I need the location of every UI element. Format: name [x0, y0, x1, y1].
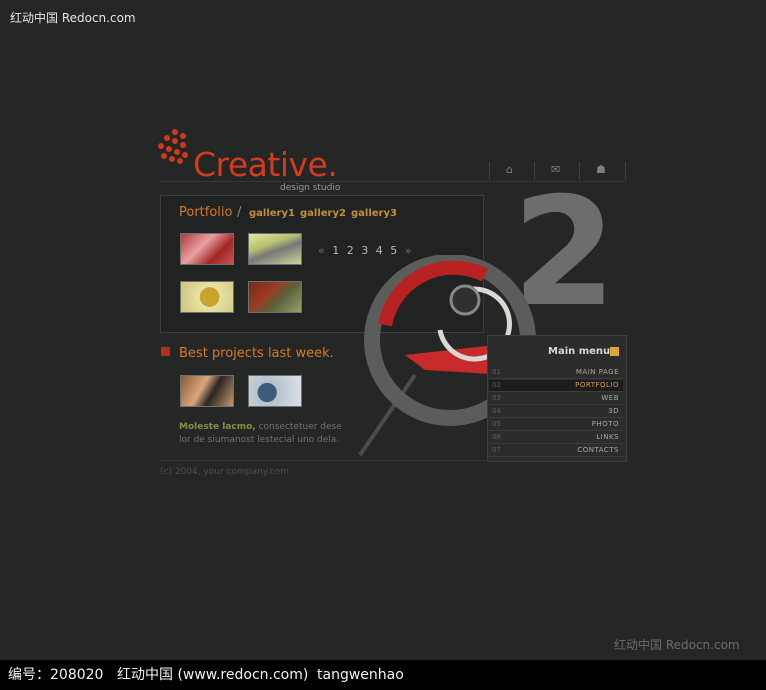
portfolio-thumb-4[interactable] [248, 281, 302, 313]
watermark-bottom-right: 红动中国 Redocn.com [614, 638, 740, 652]
menu-item-label: 3D [608, 407, 619, 415]
menu-item-number: 05 [492, 420, 501, 428]
author-label: tangwenhao [317, 667, 404, 683]
portfolio-thumb-1[interactable] [180, 233, 234, 265]
gallery3-link[interactable]: gallery3 [351, 208, 397, 219]
image-id-label: 编号：208020 [8, 667, 104, 683]
menu-item-label: WEB [601, 394, 619, 402]
menu-item-label: CONTACTS [577, 446, 619, 454]
bottom-info-bar: 编号：208020 红动中国 (www.redocn.com) tangwenh… [0, 660, 766, 690]
menu-item-main-page[interactable]: 01 MAIN PAGE [489, 367, 623, 379]
project-thumb-2[interactable] [248, 375, 302, 407]
bullet-plus-icon [161, 347, 170, 356]
copyright: (c) 2004, your company.com [160, 467, 289, 477]
menu-square-icon [610, 347, 619, 356]
menu-item-label: PHOTO [591, 420, 619, 428]
menu-item-number: 03 [492, 394, 501, 402]
project-thumb-1[interactable] [180, 375, 234, 407]
menu-item-3d[interactable]: 04 3D [489, 406, 623, 418]
main-menu-title: Main menu [548, 346, 611, 357]
menu-item-photo[interactable]: 05 PHOTO [489, 419, 623, 431]
menu-item-number: 01 [492, 368, 501, 376]
portfolio-slash: / [237, 205, 242, 220]
menu-item-number: 02 [492, 381, 501, 389]
menu-item-number: 07 [492, 446, 501, 454]
description-bold: Moleste lacmo, [179, 422, 256, 432]
best-projects-title: Best projects last week. [179, 346, 334, 361]
logo-title[interactable]: Creative. [193, 146, 338, 184]
site-label: 红动中国 (www.redocn.com) [117, 667, 309, 683]
gallery2-link[interactable]: gallery2 [300, 208, 346, 219]
header-icon-divider [625, 162, 626, 180]
menu-item-label: MAIN PAGE [575, 368, 619, 376]
menu-item-web[interactable]: 03 WEB [489, 393, 623, 405]
menu-item-label: PORTFOLIO [575, 381, 619, 389]
best-projects-description: Moleste lacmo, consectetuer dese lor de … [179, 421, 349, 447]
portfolio-thumb-3[interactable] [180, 281, 234, 313]
portfolio-title: Portfolio [179, 205, 233, 220]
logo-subtitle: design studio [280, 183, 341, 193]
menu-item-links[interactable]: 06 LINKS [489, 432, 623, 444]
portfolio-thumb-2[interactable] [248, 233, 302, 265]
menu-item-contacts[interactable]: 07 CONTACTS [489, 445, 623, 457]
logo-dots-icon [158, 129, 190, 165]
menu-item-number: 06 [492, 433, 501, 441]
watermark-top: 红动中国 Redocn.com [10, 11, 136, 25]
gallery1-link[interactable]: gallery1 [249, 208, 295, 219]
menu-item-number: 04 [492, 407, 501, 415]
menu-item-portfolio[interactable]: 02 PORTFOLIO [489, 380, 623, 392]
pager-prev[interactable]: « [318, 244, 327, 257]
menu-item-label: LINKS [596, 433, 619, 441]
